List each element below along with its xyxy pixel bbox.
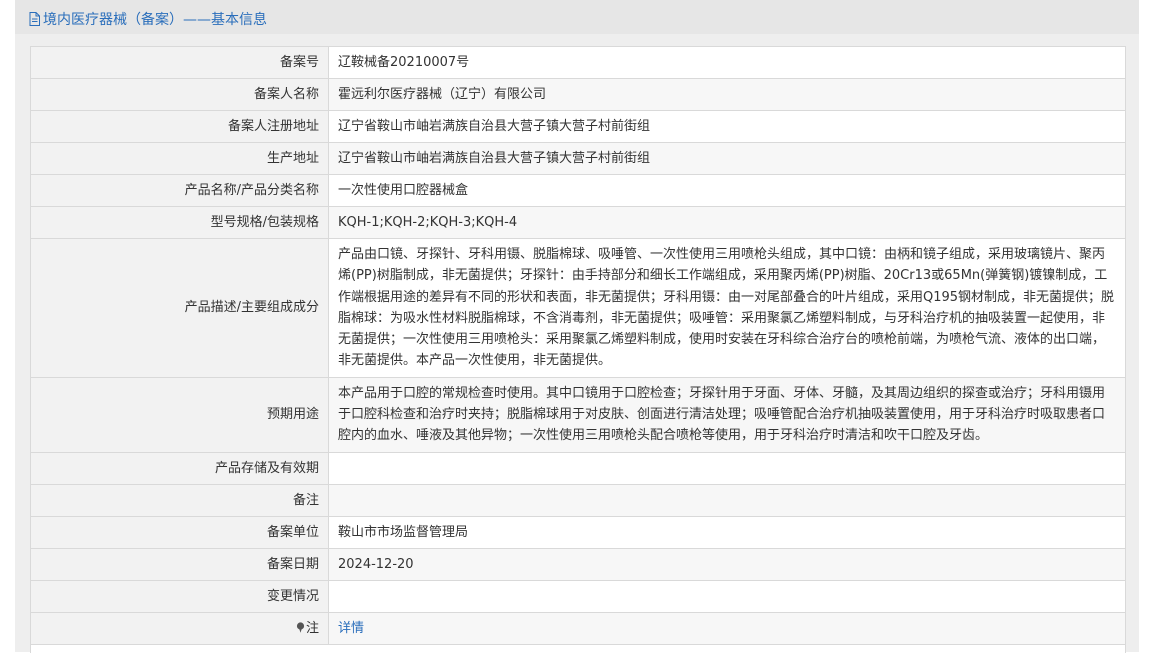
table-row: 变更情况 <box>31 579 1125 613</box>
field-label: 备案人注册地址 <box>31 110 329 143</box>
field-label: 注 <box>31 611 329 645</box>
table-row: 备案日期 2024-12-20 <box>31 547 1125 581</box>
header-bar: 境内医疗器械（备案）——基本信息 <box>15 0 1139 34</box>
field-label: 备案号 <box>31 47 329 79</box>
field-value: 辽宁省鞍山市岫岩满族自治县大营子镇大营子村前街组 <box>328 110 1125 143</box>
field-label: 备案日期 <box>31 547 329 581</box>
table-row: 备案人注册地址 辽宁省鞍山市岫岩满族自治县大营子镇大营子村前街组 <box>31 110 1125 143</box>
field-label: 产品名称/产品分类名称 <box>31 174 329 207</box>
note-label: 注 <box>305 620 319 636</box>
field-value: 鞍山市市场监督管理局 <box>328 515 1125 549</box>
field-value: 详情 <box>328 611 1125 645</box>
field-value: 霍远利尔医疗器械（辽宁）有限公司 <box>328 78 1125 111</box>
table-row: 备案人名称 霍远利尔医疗器械（辽宁）有限公司 <box>31 78 1125 111</box>
field-value <box>328 451 1125 485</box>
field-value: 辽鞍械备20210007号 <box>328 47 1125 79</box>
field-value: 一次性使用口腔器械盒 <box>328 174 1125 207</box>
page-title-text: 境内医疗器械（备案）——基本信息 <box>43 12 267 28</box>
info-table: 备案号 辽鞍械备20210007号 备案人名称 霍远利尔医疗器械（辽宁）有限公司… <box>31 47 1125 645</box>
field-value: 辽宁省鞍山市岫岩满族自治县大营子镇大营子村前街组 <box>328 142 1125 175</box>
details-link[interactable]: 详情 <box>338 621 364 636</box>
field-label: 备案单位 <box>31 515 329 549</box>
page-title: 境内医疗器械（备案）——基本信息 <box>29 9 267 29</box>
field-value <box>328 483 1125 517</box>
table-row: 注 详情 <box>31 611 1125 645</box>
page-container: 境内医疗器械（备案）——基本信息 备案号 辽鞍械备20210007号 备案人名称… <box>15 0 1139 653</box>
table-row: 产品描述/主要组成成分 产品由口镜、牙探针、牙科用镊、脱脂棉球、吸唾管、一次性使… <box>31 238 1125 378</box>
document-icon <box>29 12 40 26</box>
field-label: 型号规格/包装规格 <box>31 206 329 239</box>
table-row: 生产地址 辽宁省鞍山市岫岩满族自治县大营子镇大营子村前街组 <box>31 142 1125 175</box>
table-row: 产品存储及有效期 <box>31 451 1125 485</box>
field-label: 生产地址 <box>31 142 329 175</box>
table-row: 型号规格/包装规格 KQH-1;KQH-2;KQH-3;KQH-4 <box>31 206 1125 239</box>
table-row: 备案单位 鞍山市市场监督管理局 <box>31 515 1125 549</box>
field-label: 产品描述/主要组成成分 <box>31 238 329 378</box>
field-value: KQH-1;KQH-2;KQH-3;KQH-4 <box>328 206 1125 239</box>
field-label: 预期用途 <box>31 376 329 453</box>
table-row: 备案号 辽鞍械备20210007号 <box>31 47 1125 79</box>
field-value <box>328 579 1125 613</box>
field-label: 变更情况 <box>31 579 329 613</box>
field-label: 备注 <box>31 483 329 517</box>
field-label: 备案人名称 <box>31 78 329 111</box>
field-label: 产品存储及有效期 <box>31 451 329 485</box>
field-value: 2024-12-20 <box>328 547 1125 581</box>
pin-icon <box>296 622 305 633</box>
info-panel: 备案号 辽鞍械备20210007号 备案人名称 霍远利尔医疗器械（辽宁）有限公司… <box>30 46 1126 653</box>
table-row: 预期用途 本产品用于口腔的常规检查时使用。其中口镜用于口腔检查；牙探针用于牙面、… <box>31 376 1125 453</box>
table-row: 备注 <box>31 483 1125 517</box>
field-value: 产品由口镜、牙探针、牙科用镊、脱脂棉球、吸唾管、一次性使用三用喷枪头组成，其中口… <box>328 238 1125 378</box>
table-row: 产品名称/产品分类名称 一次性使用口腔器械盒 <box>31 174 1125 207</box>
field-value: 本产品用于口腔的常规检查时使用。其中口镜用于口腔检查；牙探针用于牙面、牙体、牙髓… <box>328 376 1125 453</box>
